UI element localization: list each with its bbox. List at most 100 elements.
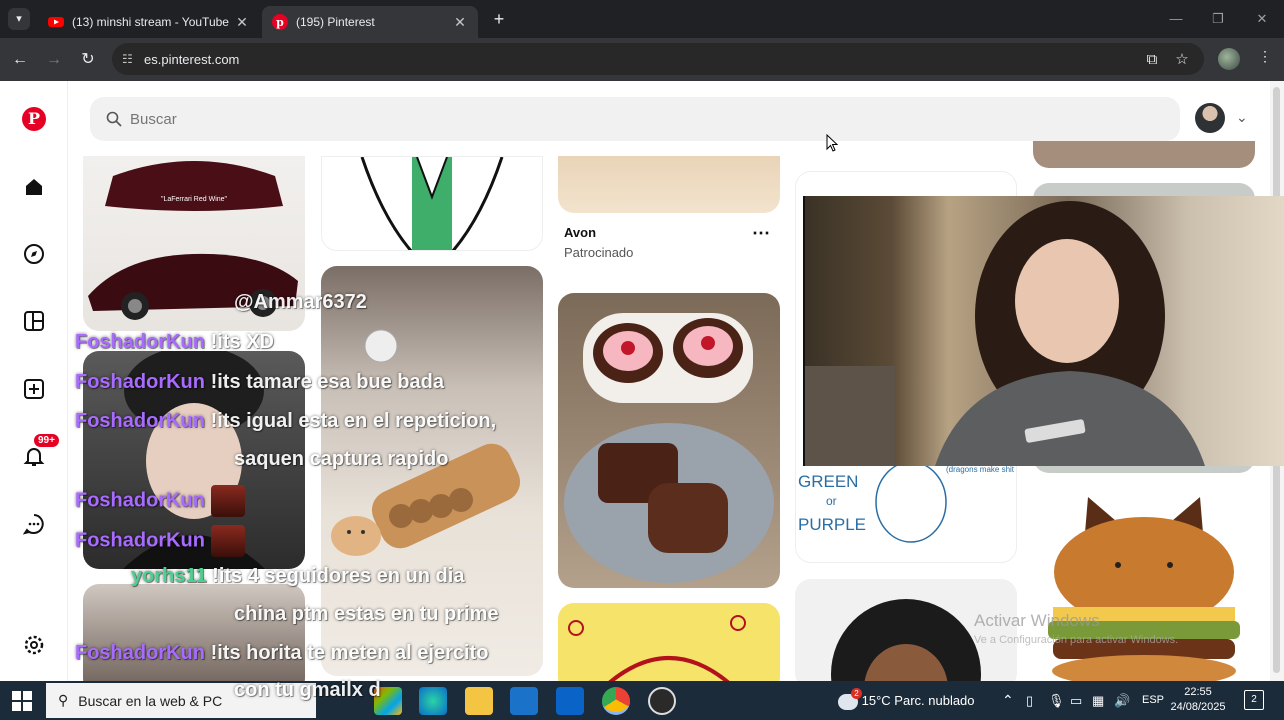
cat-burger-image xyxy=(1048,497,1240,681)
browser-menu-icon[interactable]: ⋮ xyxy=(1258,48,1272,65)
weather-badge: 2 xyxy=(851,687,862,699)
tab-pinterest[interactable]: p (195) Pinterest ✕ xyxy=(262,6,478,38)
sketch-text-or: or xyxy=(826,494,837,508)
microphone-icon[interactable]: 🎙 xyxy=(1048,681,1065,720)
youtube-icon xyxy=(48,17,64,27)
create-icon[interactable] xyxy=(20,375,48,403)
weather-desc: Parc. nublado xyxy=(894,693,975,708)
install-app-icon[interactable]: ⧉ xyxy=(1140,48,1164,72)
url-text: es.pinterest.com xyxy=(144,51,240,67)
store-app-icon[interactable] xyxy=(510,687,538,715)
search-icon xyxy=(106,111,122,127)
tab-close-icon[interactable]: ✕ xyxy=(234,14,250,31)
windows-taskbar: ⚲ Buscar en la web & PC 2 15°C Parc. nub… xyxy=(0,681,1284,720)
sketch-text-purple: PURPLE xyxy=(798,515,866,534)
weather-icon: 2 xyxy=(838,687,862,710)
pin-cat-burger[interactable] xyxy=(1033,487,1255,681)
chat-line: FoshadorKun xyxy=(75,485,245,517)
pin-hello-kitty-dessert[interactable] xyxy=(558,293,780,588)
chat-line: china ptm estas en tu prime xyxy=(234,603,499,625)
boards-icon[interactable] xyxy=(20,307,48,335)
chat-line: FoshadorKun !its XD xyxy=(75,331,274,353)
webcam-overlay xyxy=(803,196,1284,466)
edge-app-icon[interactable] xyxy=(419,687,447,715)
settings-icon[interactable] xyxy=(20,631,48,659)
pin-cherry-illustration[interactable] xyxy=(558,603,780,681)
pin-top-right[interactable] xyxy=(1033,141,1255,168)
notifications-icon[interactable]: 99+ xyxy=(20,434,59,470)
pin-doctor-sketch[interactable] xyxy=(321,156,543,251)
home-icon[interactable] xyxy=(20,173,48,201)
activate-windows-watermark: Activar Windows xyxy=(974,611,1100,630)
obs-app-icon[interactable] xyxy=(648,687,676,715)
chat-line: saquen captura rapido xyxy=(234,448,449,470)
chat-line: FoshadorKun !its horita te meten al ejer… xyxy=(75,642,489,664)
chrome-app-icon[interactable] xyxy=(602,687,630,715)
sketch-note: (dragons make shit look cool) xyxy=(946,465,1017,474)
svg-text:p: p xyxy=(276,16,284,29)
clock-time: 22:55 xyxy=(1184,686,1212,698)
messages-icon[interactable] xyxy=(20,510,48,538)
notification-badge: 99+ xyxy=(34,434,59,447)
pinterest-search-bar[interactable] xyxy=(90,97,1180,141)
pin-portrait-2[interactable] xyxy=(83,584,305,681)
volume-icon[interactable]: 🔊 xyxy=(1114,681,1130,720)
chat-line: FoshadorKun !its tamare esa bue bada xyxy=(75,371,444,393)
language-indicator[interactable]: ESP xyxy=(1142,681,1164,720)
pin-title[interactable]: Avon xyxy=(564,225,596,240)
address-bar[interactable]: ☷ es.pinterest.com xyxy=(112,43,1204,75)
file-explorer-icon[interactable] xyxy=(465,687,493,715)
pinterest-logo[interactable]: P xyxy=(20,105,48,133)
activate-windows-subtext: Ve a Configuración para activar Windows. xyxy=(974,634,1179,646)
doctor-sketch-image xyxy=(360,157,504,250)
search-icon: ⚲ xyxy=(58,692,69,708)
tab-close-icon[interactable]: ✕ xyxy=(452,14,468,31)
chevron-down-icon[interactable]: ⌄ xyxy=(1236,109,1248,126)
network-icon[interactable]: ▦ xyxy=(1092,681,1104,720)
back-button[interactable]: ← xyxy=(8,48,32,72)
pinterest-logo-icon: P xyxy=(22,107,46,131)
cherry-drawing xyxy=(568,615,746,681)
new-tab-button[interactable]: + xyxy=(488,8,510,30)
notification-center-icon[interactable]: 2 xyxy=(1244,690,1264,710)
left-navigation: P 99+ xyxy=(0,81,68,681)
bell-icon xyxy=(23,448,45,466)
search-input[interactable] xyxy=(130,110,1030,128)
tray-chevron-icon[interactable]: ⌃ xyxy=(1002,681,1014,720)
weather-widget[interactable]: 2 15°C Parc. nublado xyxy=(838,681,975,720)
ferrari-label: "LaFerrari Red Wine" xyxy=(161,196,228,203)
mouse-cursor-icon xyxy=(826,134,838,152)
restore-button[interactable]: ❐ xyxy=(1198,8,1238,30)
minimize-button[interactable]: — xyxy=(1156,8,1196,30)
power-icon[interactable]: ▭ xyxy=(1070,681,1082,720)
weather-temp: 15°C xyxy=(861,693,891,708)
explore-icon[interactable] xyxy=(20,240,48,268)
close-window-button[interactable]: ✕ xyxy=(1242,8,1282,30)
user-avatar[interactable] xyxy=(1195,103,1225,133)
browser-profile-avatar[interactable] xyxy=(1218,48,1240,70)
streamer-image xyxy=(805,201,1205,466)
taskbar-clock[interactable]: 22:55 24/08/2025 xyxy=(1170,685,1226,715)
tab-title: (195) Pinterest xyxy=(296,15,375,29)
forward-button[interactable]: → xyxy=(42,48,66,72)
outlook-app-icon[interactable] xyxy=(556,687,584,715)
site-info-icon[interactable]: ☷ xyxy=(122,52,144,66)
browser-tab-strip: ▾ (13) minshi stream - YouTube ✕ p (195)… xyxy=(0,0,1284,38)
dessert-image xyxy=(564,313,774,583)
tab-search-button[interactable]: ▾ xyxy=(8,8,30,30)
chat-line: FoshadorKun !its igual esta en el repeti… xyxy=(75,410,497,432)
chat-emote xyxy=(211,485,245,517)
bookmark-star-icon[interactable]: ☆ xyxy=(1170,48,1194,72)
chat-line: FoshadorKun xyxy=(75,525,245,557)
pin-sponsored-label: Patrocinado xyxy=(564,245,634,260)
tab-title: (13) minshi stream - YouTube xyxy=(72,15,229,29)
more-options-icon[interactable]: ⋯ xyxy=(752,223,770,244)
taskbar-search-placeholder: Buscar en la web & PC xyxy=(78,692,223,709)
windows-start-icon[interactable] xyxy=(12,691,32,711)
sketch-text-green: GREEN xyxy=(798,472,858,491)
tab-youtube[interactable]: (13) minshi stream - YouTube ✕ xyxy=(38,6,260,38)
pinterest-page: P 99+ ⌄ "LaFerrari Red xyxy=(0,81,1284,681)
pin-avon-ad[interactable] xyxy=(558,156,780,213)
tray-device-icon[interactable]: ▯ xyxy=(1026,681,1033,720)
reload-button[interactable]: ↻ xyxy=(76,48,100,72)
